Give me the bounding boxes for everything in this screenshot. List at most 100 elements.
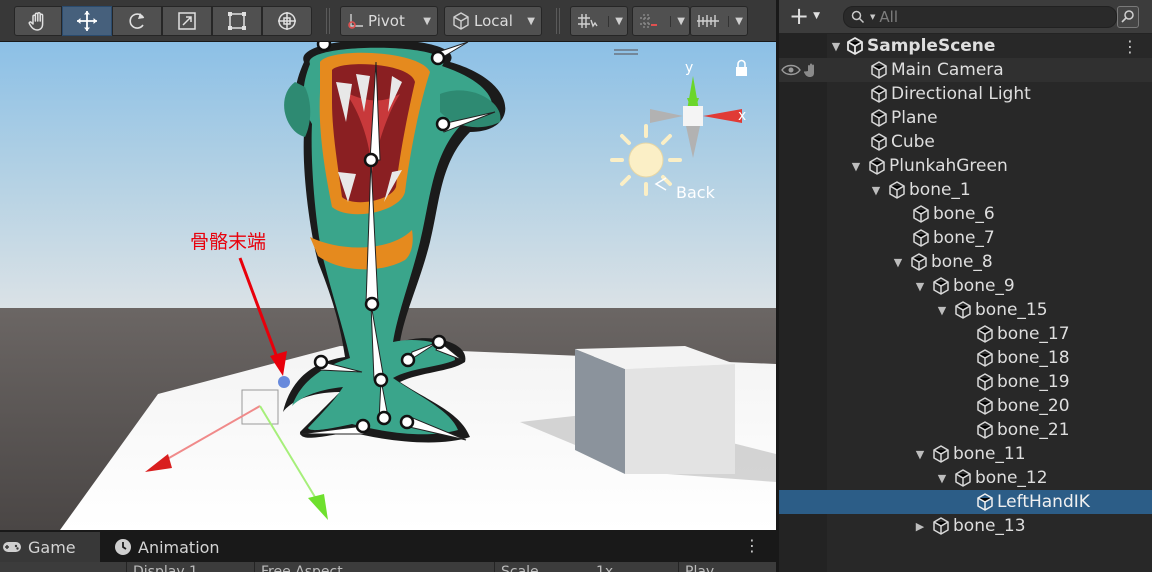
more-options-icon[interactable]: ⋮ [1122, 37, 1138, 56]
chevron-down-icon: ▼ [670, 15, 685, 27]
grid-snap-dropdown[interactable]: ▼ [570, 6, 628, 36]
tab-game-label: Game [28, 537, 76, 557]
chevron-down-icon: ▼ [728, 15, 743, 27]
gameobject-cube-icon [871, 109, 887, 127]
tab-animation-label: Animation [138, 537, 220, 557]
item-label: Cube [891, 132, 935, 152]
hand-tool-button[interactable] [14, 6, 62, 36]
scene-panel: Pivot ▼ Local ▼ ▼ ▼ ▼ 骨骼末端 y x Back Game… [0, 0, 776, 572]
hierarchy-item[interactable]: bone_17 [779, 322, 1152, 346]
local-dropdown[interactable]: Local ▼ [444, 6, 542, 36]
chevron-down-icon[interactable]: ▼ [849, 160, 863, 173]
rect-tool-button[interactable] [212, 6, 262, 36]
scene-root-row[interactable]: ▼ SampleScene ⋮ [779, 34, 1152, 58]
chevron-right-icon[interactable]: ▶ [913, 520, 927, 533]
gameobject-cube-icon [977, 349, 993, 367]
toolbar-separator [556, 8, 560, 34]
search-scope-icon [1121, 10, 1134, 23]
clock-icon [115, 539, 131, 555]
item-label: bone_17 [997, 324, 1070, 344]
gameobject-cube-icon [913, 205, 929, 223]
chevron-down-icon[interactable]: ▼ [935, 472, 949, 485]
cube-front-face[interactable] [625, 364, 735, 474]
chevron-down-icon: ▼ [608, 15, 623, 27]
search-options-button[interactable] [1117, 6, 1139, 28]
tab-animation[interactable]: Animation [102, 532, 242, 562]
hierarchy-item[interactable]: Directional Light [779, 82, 1152, 106]
hierarchy-item-selected[interactable]: LeftHandIK [779, 490, 1152, 514]
hierarchy-item[interactable]: bone_18 [779, 346, 1152, 370]
hierarchy-item[interactable]: ▼ bone_9 [779, 274, 1152, 298]
hierarchy-item[interactable]: bone_7 [779, 226, 1152, 250]
chevron-down-icon: ▼ [813, 11, 821, 21]
hierarchy-item[interactable]: Plane [779, 106, 1152, 130]
hierarchy-item[interactable]: Cube [779, 130, 1152, 154]
hierarchy-item[interactable]: bone_20 [779, 394, 1152, 418]
play-focus-dropdown[interactable]: Play Focused [678, 562, 776, 572]
item-label: PlunkahGreen [889, 156, 1008, 176]
move-tool-button[interactable] [62, 6, 112, 36]
chevron-down-icon[interactable]: ▼ [869, 184, 883, 197]
hierarchy-item[interactable]: ▼ bone_8 [779, 250, 1152, 274]
chevron-down-icon[interactable]: ▼ [891, 256, 905, 269]
tab-game[interactable]: Game [0, 532, 100, 562]
hierarchy-search-input[interactable]: ▼ All [843, 6, 1117, 28]
chevron-down-icon[interactable]: ▼ [913, 448, 927, 461]
search-placeholder: All [879, 8, 898, 26]
chevron-down-icon: ▼ [423, 15, 431, 27]
scene-viewport[interactable]: 骨骼末端 y x Back [0, 42, 776, 530]
view-back-label[interactable]: Back [676, 183, 716, 202]
hierarchy-toolbar: + ▼ ▼ All [779, 0, 1152, 34]
display-dropdown[interactable]: Display 1 [126, 562, 254, 572]
grid-snap-icon [578, 14, 598, 28]
scale-value[interactable]: 1x [590, 562, 678, 572]
gameobject-cube-icon [871, 85, 887, 103]
item-label: bone_20 [997, 396, 1070, 416]
more-options-icon[interactable]: ⋮ [744, 536, 760, 555]
hierarchy-item[interactable]: ▶ bone_13 [779, 514, 1152, 538]
unity-editor: Pivot ▼ Local ▼ ▼ ▼ ▼ 骨骼末端 y x Back Game… [0, 0, 1152, 572]
ruler-snap-dropdown[interactable]: ▼ [690, 6, 748, 36]
hierarchy-item[interactable]: ▼ bone_12 [779, 466, 1152, 490]
gameobject-cube-icon [977, 421, 993, 439]
hierarchy-item[interactable]: bone_6 [779, 202, 1152, 226]
hierarchy-item[interactable]: ▼ bone_15 [779, 298, 1152, 322]
hierarchy-item[interactable]: ▼ bone_11 [779, 442, 1152, 466]
gameobject-cube-icon [913, 229, 929, 247]
hierarchy-item[interactable]: ▼ PlunkahGreen [779, 154, 1152, 178]
pick-hand-icon[interactable] [803, 62, 819, 78]
increment-snap-dropdown[interactable]: ▼ [632, 6, 690, 36]
scene-view[interactable]: 骨骼末端 y x Back [0, 42, 776, 530]
gameobject-cube-icon [869, 157, 885, 175]
gameobject-cube-icon [933, 277, 949, 295]
gizmo-center-cube[interactable] [683, 106, 703, 126]
move-arrows-icon [77, 11, 97, 31]
item-label: bone_7 [933, 228, 995, 248]
hierarchy-item[interactable]: bone_19 [779, 370, 1152, 394]
gameobject-cube-icon [933, 517, 949, 535]
aspect-dropdown[interactable]: Free Aspect [254, 562, 494, 572]
rotate-icon [129, 13, 145, 29]
gameobject-cube-icon [871, 133, 887, 151]
transform-all-icon [278, 12, 296, 30]
hierarchy-item[interactable]: ▼ bone_1 [779, 178, 1152, 202]
scene-toolbar: Pivot ▼ Local ▼ ▼ ▼ ▼ [0, 0, 776, 42]
gameobject-cube-icon [871, 61, 887, 79]
chevron-down-icon[interactable]: ▼ [913, 280, 927, 293]
pivot-dropdown[interactable]: Pivot ▼ [340, 6, 438, 36]
transform-tool-button[interactable] [262, 6, 312, 36]
item-label: bone_1 [909, 180, 971, 200]
chevron-down-icon[interactable]: ▼ [935, 304, 949, 317]
bottom-tab-bar: Game Animation ⋮ [0, 530, 776, 562]
local-cube-icon [453, 12, 469, 30]
create-button[interactable]: + ▼ [789, 4, 820, 28]
chevron-down-icon[interactable]: ▼ [829, 40, 843, 53]
toolbar-separator [326, 8, 330, 34]
plus-icon: + [789, 2, 810, 30]
rotate-tool-button[interactable] [112, 6, 162, 36]
hierarchy-item[interactable]: Main Camera [779, 58, 1152, 82]
eye-icon[interactable] [781, 63, 801, 77]
pivot-icon [348, 14, 363, 29]
scale-tool-button[interactable] [162, 6, 212, 36]
hierarchy-item[interactable]: bone_21 [779, 418, 1152, 442]
